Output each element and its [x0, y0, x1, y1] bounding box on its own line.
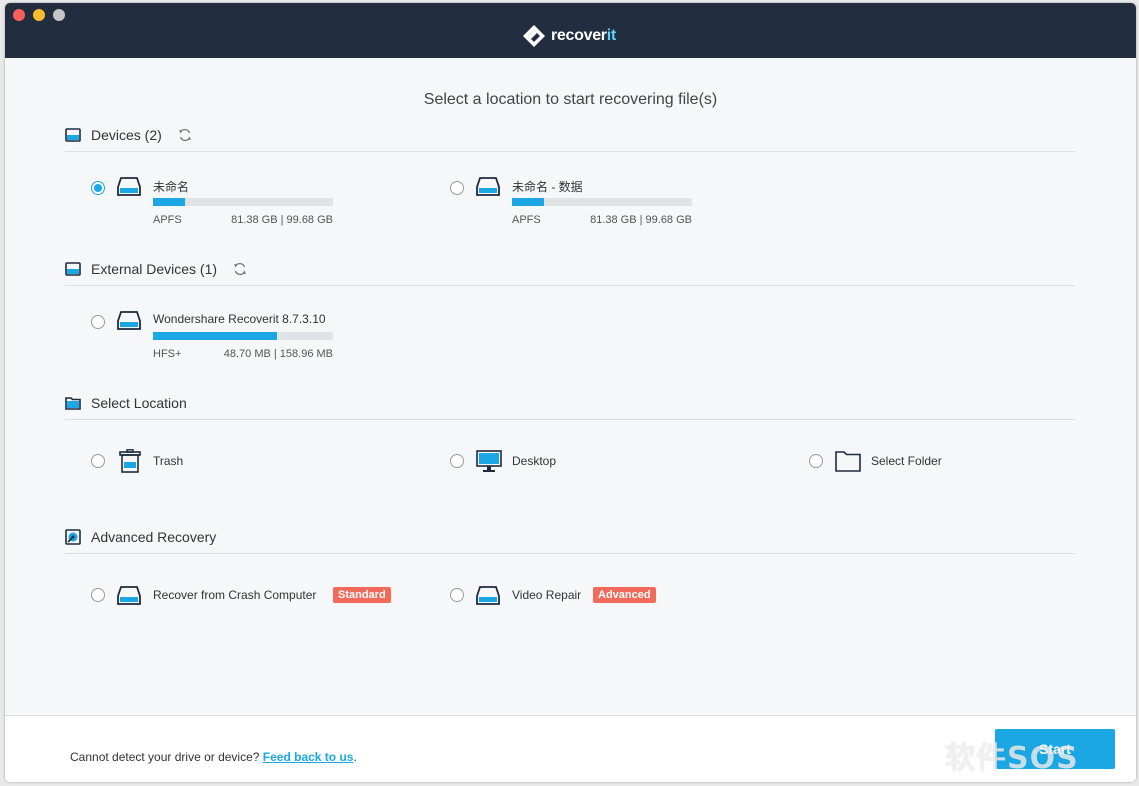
device-usage-fill: [153, 198, 186, 206]
section-devices-label: Devices (2): [91, 127, 162, 143]
divider: [65, 285, 1075, 286]
location-label-desktop: Desktop: [512, 454, 557, 468]
app-name: recoverit: [551, 27, 616, 44]
device-name: Wondershare Recoverit 8.7.3.10: [153, 312, 326, 326]
section-external-label: External Devices (1): [91, 261, 218, 277]
external-device-item-0[interactable]: Wondershare Recoverit 8.7.3.10 HFS+ 48.7…: [91, 309, 351, 365]
device-size: 81.38 GB | 99.68 GB: [590, 214, 692, 226]
advanced-radio-video[interactable]: [450, 588, 464, 602]
device-fs: HFS+: [153, 348, 182, 360]
section-select-location: Select Location: [65, 393, 1075, 413]
drive-icon: [476, 177, 500, 196]
drive-icon: [476, 586, 500, 605]
advanced-label-video: Video Repair: [512, 588, 582, 602]
footer-suffix: .: [353, 750, 357, 764]
footer-help-text: Cannot detect your drive or device? Feed…: [70, 750, 357, 764]
advanced-item-crash-recovery[interactable]: Recover from Crash Computer Standard: [91, 581, 411, 609]
refresh-icon[interactable]: [178, 128, 192, 142]
device-fs: APFS: [153, 214, 182, 226]
app-window: recoverit Select a location to start rec…: [5, 3, 1136, 782]
device-usage-bar: [153, 198, 333, 206]
watermark-text: 软件SOS: [945, 741, 1079, 776]
device-fs: APFS: [512, 214, 541, 226]
device-name: 未命名: [153, 180, 190, 194]
device-usage-fill: [153, 332, 278, 340]
device-item-0[interactable]: 未命名 APFS 81.38 GB | 99.68 GB: [91, 175, 341, 231]
external-device-radio-0[interactable]: [91, 315, 105, 329]
drive-icon: [117, 177, 141, 196]
divider: [65, 553, 1075, 554]
location-radio-folder[interactable]: [809, 454, 823, 468]
device-usage-bar: [512, 198, 692, 206]
device-size: 48.70 MB | 158.96 MB: [223, 348, 333, 360]
standard-badge: Standard: [333, 587, 391, 603]
section-location-label: Select Location: [91, 395, 187, 411]
section-devices: Devices (2): [65, 125, 1075, 145]
location-item-desktop[interactable]: Desktop: [450, 447, 590, 475]
device-usage-bar: [153, 332, 333, 340]
device-radio-1[interactable]: [450, 181, 464, 195]
location-label-folder: Select Folder: [871, 454, 942, 468]
app-logo: recoverit: [522, 23, 616, 49]
close-window-button[interactable]: [13, 9, 25, 21]
refresh-icon[interactable]: [233, 262, 247, 276]
section-advanced-recovery: Advanced Recovery: [65, 527, 1075, 547]
divider: [65, 419, 1075, 420]
section-external-devices: External Devices (1): [65, 259, 1075, 279]
advanced-badge: Advanced: [593, 587, 656, 603]
folder-icon: [835, 451, 861, 472]
device-size: 81.38 GB | 99.68 GB: [231, 214, 333, 226]
drive-icon: [117, 311, 141, 330]
trash-icon: [119, 449, 141, 473]
location-item-select-folder[interactable]: Select Folder: [809, 447, 969, 475]
feedback-link[interactable]: Feed back to us: [263, 750, 354, 764]
location-radio-trash[interactable]: [91, 454, 105, 468]
title-bar: recoverit: [5, 3, 1136, 58]
divider: [65, 151, 1075, 152]
device-usage-fill: [512, 198, 545, 206]
device-item-1[interactable]: 未命名 - 数据 APFS 81.38 GB | 99.68 GB: [450, 175, 700, 231]
recoverit-logo-icon: [523, 25, 545, 47]
device-radio-0[interactable]: [91, 181, 105, 195]
advanced-item-video-repair[interactable]: Video Repair Advanced: [450, 581, 680, 609]
page-title: Select a location to start recovering fi…: [423, 91, 718, 108]
device-name: 未命名 - 数据: [512, 180, 583, 194]
advanced-radio-crash[interactable]: [91, 588, 105, 602]
maximize-window-button[interactable]: [53, 9, 65, 21]
folder-icon: [65, 397, 81, 410]
disk-repair-icon: [65, 529, 81, 545]
advanced-label-crash: Recover from Crash Computer: [153, 588, 317, 602]
location-radio-desktop[interactable]: [450, 454, 464, 468]
minimize-window-button[interactable]: [33, 9, 45, 21]
section-advanced-label: Advanced Recovery: [91, 529, 217, 545]
hard-drive-icon: [65, 128, 81, 142]
monitor-icon: [476, 450, 502, 472]
location-item-trash[interactable]: Trash: [91, 447, 211, 475]
external-drive-icon: [65, 262, 81, 276]
drive-icon: [117, 586, 141, 605]
location-label-trash: Trash: [153, 454, 184, 468]
footer-question: Cannot detect your drive or device?: [70, 750, 263, 764]
